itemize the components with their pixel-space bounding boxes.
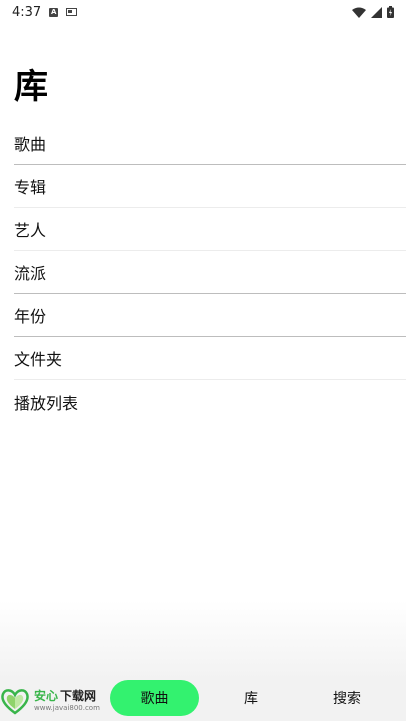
menu-item-artists[interactable]: 艺人 bbox=[14, 208, 406, 251]
watermark-brand-part1: 安心 bbox=[34, 689, 59, 703]
menu-item-label: 专辑 bbox=[14, 178, 47, 197]
menu-item-label: 流派 bbox=[14, 264, 47, 283]
watermark-brand: 安心 下载网 bbox=[34, 690, 100, 702]
tab-label: 搜索 bbox=[333, 691, 361, 707]
watermark-brand-part2: 下载网 bbox=[60, 689, 97, 703]
menu-item-label: 播放列表 bbox=[14, 393, 79, 413]
sim-card-icon bbox=[66, 8, 78, 16]
tab-library[interactable]: 库 bbox=[206, 680, 296, 716]
watermark-text: 安心 下载网 www.javai800.com bbox=[34, 690, 100, 712]
menu-item-label: 文件夹 bbox=[14, 350, 63, 369]
menu-item-folders[interactable]: 文件夹 bbox=[14, 337, 406, 380]
menu-item-genres[interactable]: 流派 bbox=[14, 251, 406, 294]
watermark-url: www.javai800.com bbox=[34, 704, 100, 712]
watermark: 安心 下载网 www.javai800.com bbox=[0, 684, 104, 718]
tab-label: 库 bbox=[244, 691, 258, 707]
menu-item-playlists[interactable]: 播放列表 bbox=[14, 380, 406, 423]
app-screen: 4:37 A 库 歌曲 专辑 艺人 流派 年份 文件夹 播放列表 歌曲 库 搜索… bbox=[0, 0, 406, 721]
menu-item-label: 年份 bbox=[14, 307, 47, 326]
wifi-icon bbox=[352, 7, 366, 18]
page-title: 库 bbox=[14, 67, 48, 107]
status-time: 4:37 bbox=[12, 4, 42, 20]
menu-item-label: 歌曲 bbox=[14, 135, 47, 154]
battery-icon bbox=[387, 6, 394, 18]
menu-item-albums[interactable]: 专辑 bbox=[14, 165, 406, 208]
menu-item-songs[interactable]: 歌曲 bbox=[14, 122, 406, 165]
menu-item-years[interactable]: 年份 bbox=[14, 294, 406, 337]
status-bar: 4:37 A bbox=[0, 0, 406, 24]
library-menu-list: 歌曲 专辑 艺人 流派 年份 文件夹 播放列表 bbox=[14, 122, 406, 423]
a-notification-icon: A bbox=[49, 7, 59, 17]
status-right bbox=[352, 6, 394, 18]
heart-logo-icon bbox=[1, 689, 29, 715]
signal-icon bbox=[371, 6, 382, 18]
tab-search[interactable]: 搜索 bbox=[302, 680, 392, 716]
tab-songs[interactable]: 歌曲 bbox=[110, 680, 199, 716]
tab-label: 歌曲 bbox=[140, 691, 169, 707]
status-left: 4:37 A bbox=[12, 4, 78, 20]
bottom-fade bbox=[0, 600, 406, 680]
menu-item-label: 艺人 bbox=[14, 221, 47, 240]
